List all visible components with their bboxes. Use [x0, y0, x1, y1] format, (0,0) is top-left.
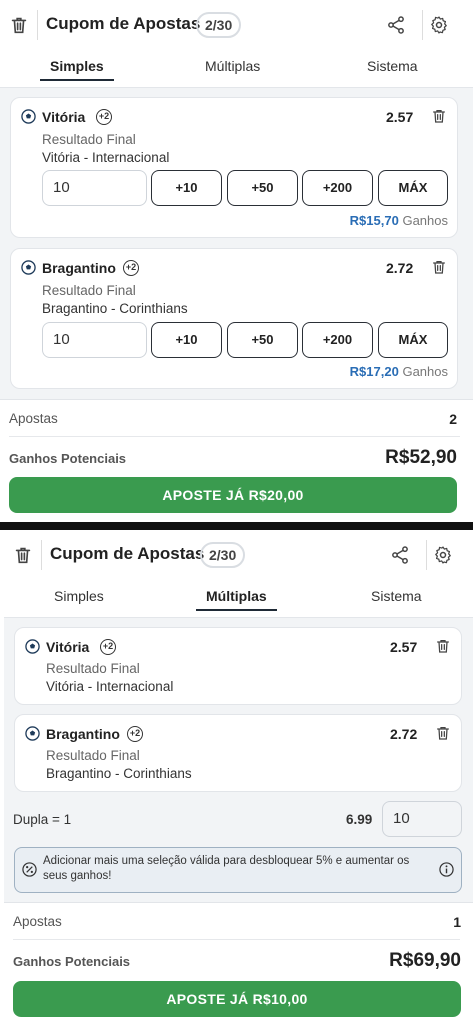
max-stake-button[interactable]: MÁX	[378, 322, 448, 358]
selection-winnings: R$15,70 Ganhos	[350, 213, 448, 228]
selection-card: Vitória +2 2.57 Resultado Final Vitória …	[10, 97, 458, 238]
potential-winnings-label: Ganhos Potenciais	[9, 451, 127, 466]
multiple-type-label: Dupla = 1	[13, 812, 72, 827]
bet-builder-badge: +2	[123, 260, 139, 276]
potential-winnings-value: R$69,90	[389, 950, 461, 971]
trash-icon[interactable]	[12, 544, 34, 566]
selection-match: Vitória - Internacional	[46, 679, 174, 694]
page-title: Cupom de Apostas	[50, 544, 205, 563]
betslip-tabs: Simples Múltiplas Sistema	[0, 50, 473, 88]
header-divider	[41, 540, 42, 570]
winnings-amount: R$15,70	[349, 213, 399, 228]
bet-builder-badge: +2	[100, 639, 116, 655]
stake-input[interactable]: 10	[42, 170, 147, 206]
multiple-odd: 6.99	[346, 812, 373, 827]
betslip-header: Cupom de Apostas 2/30	[0, 0, 473, 50]
screenshot-separator	[0, 522, 473, 530]
quick-stake-200-button[interactable]: +200	[302, 322, 373, 358]
selection-card: Bragantino +2 2.72 Resultado Final Braga…	[10, 248, 458, 389]
percent-icon	[22, 862, 37, 877]
share-icon[interactable]	[386, 14, 406, 36]
selection-odd: 2.57	[390, 639, 418, 655]
betslip-header: Cupom de Apostas 2/30	[4, 530, 473, 580]
betslip-screen-simples: Cupom de Apostas 2/30 Simples Múltiplas …	[0, 0, 473, 522]
trash-icon[interactable]	[431, 258, 447, 276]
header-divider	[426, 540, 427, 570]
trash-icon[interactable]	[435, 724, 451, 742]
bet-builder-badge: +2	[96, 109, 112, 125]
tab-simples[interactable]: Simples	[54, 588, 104, 604]
summary-divider	[13, 939, 460, 940]
selection-winnings: R$17,20 Ganhos	[350, 364, 448, 379]
quick-stake-200-button[interactable]: +200	[302, 170, 373, 206]
selection-market: Resultado Final	[46, 748, 140, 763]
quick-stake-10-button[interactable]: +10	[151, 170, 222, 206]
winnings-label: Ganhos	[402, 364, 448, 379]
multiple-stake-input[interactable]: 10	[382, 801, 462, 837]
betslip-tabs: Simples Múltiplas Sistema	[4, 580, 473, 618]
gear-icon[interactable]	[433, 544, 453, 566]
quick-stake-10-button[interactable]: +10	[151, 322, 222, 358]
info-icon[interactable]	[439, 862, 454, 877]
bets-label: Apostas	[9, 411, 58, 426]
bets-count: 2	[449, 411, 457, 427]
header-divider	[37, 10, 38, 40]
boost-info-banner: Adicionar mais uma seleção válida para d…	[14, 847, 462, 893]
page-title: Cupom de Apostas	[46, 14, 201, 33]
potential-winnings-label: Ganhos Potenciais	[13, 954, 131, 969]
betslip-summary: Apostas 1 Ganhos Potenciais R$69,90 APOS…	[4, 902, 473, 1024]
selection-market: Resultado Final	[42, 283, 136, 298]
selection-team: Vitória	[42, 109, 86, 125]
selection-match: Vitória - Internacional	[42, 150, 170, 165]
soccer-ball-icon	[21, 109, 36, 124]
selection-market: Resultado Final	[42, 132, 136, 147]
quick-stake-50-button[interactable]: +50	[227, 322, 298, 358]
place-bet-button[interactable]: APOSTE JÁ R$20,00	[9, 477, 457, 513]
boost-info-text: Adicionar mais uma seleção válida para d…	[43, 855, 410, 882]
tab-sistema[interactable]: Sistema	[371, 588, 422, 604]
header-divider	[422, 10, 423, 40]
soccer-ball-icon	[25, 639, 40, 654]
soccer-ball-icon	[25, 726, 40, 741]
summary-divider	[9, 436, 460, 437]
selection-odd: 2.72	[390, 726, 418, 742]
selection-team: Bragantino	[42, 260, 116, 276]
tab-multiplas[interactable]: Múltiplas	[205, 58, 260, 74]
tab-multiplas[interactable]: Múltiplas	[196, 588, 277, 611]
selection-match: Bragantino - Corinthians	[46, 766, 192, 781]
bets-count: 1	[453, 914, 461, 930]
trash-icon[interactable]	[8, 14, 30, 36]
quick-stake-50-button[interactable]: +50	[227, 170, 298, 206]
bets-label: Apostas	[13, 914, 62, 929]
selection-team: Bragantino	[46, 726, 120, 742]
place-bet-button[interactable]: APOSTE JÁ R$10,00	[13, 981, 461, 1017]
selection-count-badge: 2/30	[196, 12, 242, 38]
selection-odd: 2.57	[386, 109, 414, 125]
share-icon[interactable]	[390, 544, 410, 566]
stake-input[interactable]: 10	[42, 322, 147, 358]
betslip-summary: Apostas 2 Ganhos Potenciais R$52,90 APOS…	[0, 399, 473, 522]
selection-card: Bragantino +2 2.72 Resultado Final Braga…	[14, 714, 462, 792]
winnings-amount: R$17,20	[349, 364, 399, 379]
selection-market: Resultado Final	[46, 661, 140, 676]
selection-card: Vitória +2 2.57 Resultado Final Vitória …	[14, 627, 462, 705]
selection-team: Vitória	[46, 639, 90, 655]
selection-count-badge: 2/30	[200, 542, 246, 568]
gear-icon[interactable]	[429, 14, 449, 36]
potential-winnings-value: R$52,90	[385, 447, 457, 468]
bet-builder-badge: +2	[127, 726, 143, 742]
winnings-label: Ganhos	[402, 213, 448, 228]
max-stake-button[interactable]: MÁX	[378, 170, 448, 206]
soccer-ball-icon	[21, 260, 36, 275]
tab-sistema[interactable]: Sistema	[367, 58, 418, 74]
tab-simples[interactable]: Simples	[40, 58, 114, 81]
trash-icon[interactable]	[435, 637, 451, 655]
selection-odd: 2.72	[386, 260, 414, 276]
selection-match: Bragantino - Corinthians	[42, 301, 188, 316]
trash-icon[interactable]	[431, 107, 447, 125]
betslip-screen-multiplas: Cupom de Apostas 2/30 Simples Múltiplas …	[4, 530, 473, 1024]
